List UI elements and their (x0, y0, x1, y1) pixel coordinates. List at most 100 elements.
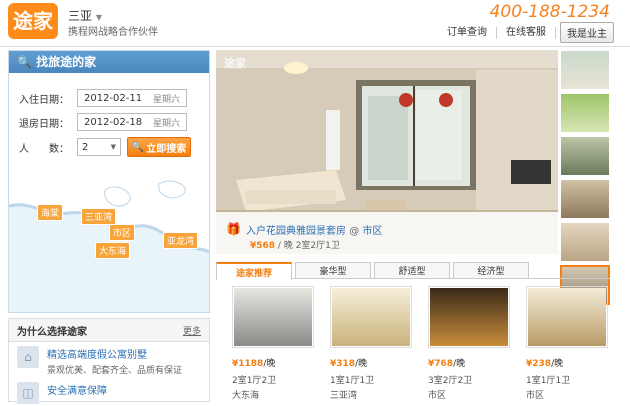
map-label-haitang[interactable]: 海棠 (37, 204, 64, 221)
chevron-down-icon: ▼ (95, 13, 102, 22)
map-label-downtown[interactable]: 市区 (109, 224, 136, 241)
map-label-sanyawan[interactable]: 三亚湾 (81, 208, 117, 225)
header-divider (0, 46, 630, 47)
tab-comfort[interactable]: 舒适型 (374, 262, 450, 278)
tab-recommended[interactable]: 途家推荐 (216, 262, 292, 280)
listing-price: ¥238 (526, 359, 552, 369)
checkout-date-input[interactable]: 2012-02-18 星期六 (77, 113, 187, 131)
city-name: 三亚 (68, 9, 93, 23)
search-title-text: 找旅途的家 (36, 55, 97, 69)
gallery-watermark: 途家 (224, 57, 246, 70)
search-button-label: 立即搜索 (146, 143, 187, 155)
listing-price: ¥318 (330, 359, 356, 369)
featured-price-line: ¥568 / 晚 2室2厅1卫 (250, 238, 340, 251)
checkin-row: 入住日期： 2012-02-11 星期六 (19, 89, 187, 107)
gallery-thumbnail[interactable] (560, 222, 610, 262)
gallery-thumbnail[interactable] (560, 179, 610, 219)
checkin-label: 入住日期： (19, 94, 69, 106)
owner-button[interactable]: 我是业主 (560, 22, 614, 43)
gift-icon: 🎁 (226, 222, 241, 236)
area-map[interactable]: 海棠 三亚湾 市区 大东海 亚龙湾 (8, 170, 210, 313)
listing-rooms: 2室1厅2卫 (232, 376, 277, 386)
hotline-phone: 400-188-1234 (489, 2, 610, 22)
listing-price: ¥768 (428, 359, 454, 369)
guests-select[interactable]: 2 ▼ (77, 138, 121, 156)
why-more-link[interactable]: 更多 (183, 324, 201, 337)
site-header: 途家 三亚 ▼ 携程网战略合作伙伴 400-188-1234 订单查询 在线客服… (0, 0, 630, 46)
listing-image[interactable] (330, 286, 412, 348)
listing-image[interactable] (428, 286, 510, 348)
map-label-dadonghai[interactable]: 大东海 (95, 242, 131, 259)
why-item: ◫ 安全满意保障 (9, 378, 209, 406)
chevron-down-icon: ▼ (110, 143, 116, 151)
tujia-logo[interactable]: 途家 (8, 3, 58, 39)
listing-image[interactable] (526, 286, 608, 348)
listing-price-unit: /晚 (453, 359, 466, 369)
listing-rooms: 3室2厅2卫 (428, 376, 473, 386)
top-links: 订单查询 在线客服 我是业主 (438, 22, 614, 43)
why-choose-header: 为什么选择途家 更多 (9, 319, 209, 342)
listing-location: 大东海 (232, 391, 260, 401)
listing-card[interactable]: ¥1188/晚 2室1厅2卫 大东海 (216, 286, 314, 401)
listing-price-line: ¥318/晚 (330, 356, 410, 369)
search-panel-title: 🔍 找旅途的家 (9, 51, 209, 73)
listing-price-line: ¥238/晚 (526, 356, 606, 369)
gallery-thumbnail[interactable] (560, 136, 610, 176)
listing-price-unit: /晚 (551, 359, 564, 369)
tab-luxury[interactable]: 豪华型 (295, 262, 371, 278)
listing-card[interactable]: ¥318/晚 1室1厅1卫 三亚湾 (314, 286, 412, 401)
gallery-thumbnail[interactable] (560, 50, 610, 90)
why-choose-panel: 为什么选择途家 更多 ⌂ 精选高端度假公寓别墅 景观优美、配套齐全、品质有保证 … (8, 318, 210, 404)
listing-rooms: 1室1厅1卫 (330, 376, 375, 386)
map-label-yalongwan[interactable]: 亚龙湾 (163, 232, 199, 249)
listing-rooms: 1室1厅1卫 (526, 376, 571, 386)
checkout-row: 退房日期： 2012-02-18 星期六 (19, 113, 187, 131)
featured-price: ¥568 (250, 241, 276, 251)
gallery-caption: 🎁 入户花园典雅园景套房 @ 市区 ¥568 / 晚 2室2厅1卫 (216, 212, 558, 254)
shield-icon: ◫ (17, 382, 39, 404)
search-icon: 🔍 (131, 141, 145, 153)
listing-price-line: ¥768/晚 (428, 356, 508, 369)
listing-grid: ¥1188/晚 2室1厅2卫 大东海 ¥318/晚 1室1厅1卫 三亚湾 ¥76… (216, 286, 610, 401)
listing-location: 三亚湾 (330, 391, 358, 401)
checkin-date-value: 2012-02-11 (84, 92, 143, 104)
listing-image[interactable] (232, 286, 314, 348)
search-button[interactable]: 🔍 立即搜索 (127, 137, 191, 157)
featured-gallery[interactable]: 途家 🎁 入户花园典雅园景套房 @ 市区 ¥568 / 晚 2室2厅1卫 (216, 50, 558, 254)
order-query-link[interactable]: 订单查询 (438, 26, 497, 39)
online-service-link[interactable]: 在线客服 (497, 26, 556, 39)
search-panel: 🔍 找旅途的家 入住日期： 2012-02-11 星期六 退房日期： 2012-… (8, 50, 210, 172)
featured-title[interactable]: 入户花园典雅园景套房 @ 市区 (246, 222, 382, 237)
category-tabs: 途家推荐 豪华型 舒适型 经济型 (216, 262, 610, 280)
listing-card[interactable]: ¥238/晚 1室1厅1卫 市区 (510, 286, 608, 401)
featured-price-suffix: / 晚 2室2厅1卫 (275, 241, 340, 251)
guests-value: 2 (82, 141, 89, 153)
house-icon: ⌂ (17, 346, 39, 368)
guests-row: 人 数： 2 ▼ 🔍 立即搜索 (19, 137, 191, 157)
featured-title-text: 入户花园典雅园景套房 (246, 226, 346, 237)
listing-card[interactable]: ¥768/晚 3室2厅2卫 市区 (412, 286, 510, 401)
listing-price: ¥1188 (232, 359, 264, 369)
why-item-title[interactable]: 安全满意保障 (47, 382, 107, 397)
checkout-date-value: 2012-02-18 (84, 116, 143, 128)
guests-label: 人 数： (19, 143, 69, 155)
checkout-weekday: 星期六 (152, 118, 180, 129)
city-selector[interactable]: 三亚 ▼ (68, 7, 102, 24)
listing-price-line: ¥1188/晚 (232, 356, 312, 369)
listing-location: 市区 (428, 391, 447, 401)
checkin-weekday: 星期六 (152, 94, 180, 105)
why-item: ⌂ 精选高端度假公寓别墅 景观优美、配套齐全、品质有保证 (9, 342, 209, 378)
checkin-date-input[interactable]: 2012-02-11 星期六 (77, 89, 187, 107)
listing-location: 市区 (526, 391, 545, 401)
listing-price-unit: /晚 (355, 359, 368, 369)
search-icon: 🔍 (17, 55, 32, 69)
gallery-thumbnail[interactable] (560, 93, 610, 133)
at-sign: @ (349, 226, 360, 237)
partner-tagline: 携程网战略合作伙伴 (68, 27, 158, 38)
why-item-title[interactable]: 精选高端度假公寓别墅 (47, 346, 182, 361)
featured-area: 市区 (362, 226, 383, 237)
tab-economy[interactable]: 经济型 (453, 262, 529, 278)
checkout-label: 退房日期： (19, 118, 69, 130)
why-choose-title: 为什么选择途家 (17, 326, 87, 338)
why-item-desc: 景观优美、配套齐全、品质有保证 (47, 366, 183, 376)
